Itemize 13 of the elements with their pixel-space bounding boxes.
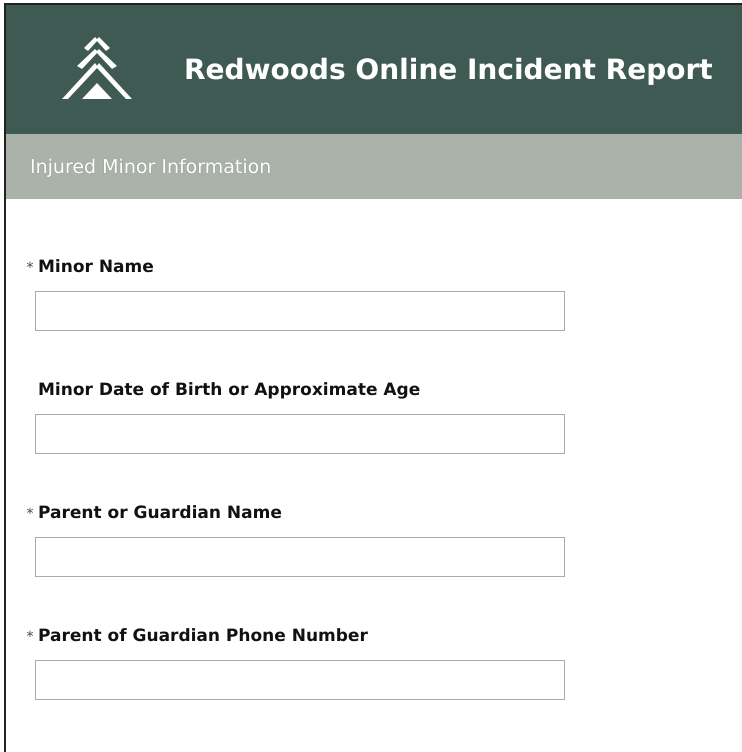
field-label: Parent of Guardian Phone Number — [38, 626, 368, 646]
required-mark: * — [26, 629, 34, 645]
input-field[interactable] — [35, 414, 565, 454]
page-title: Redwoods Online Incident Report — [184, 53, 713, 86]
field-label: Minor Date of Birth or Approximate Age — [38, 380, 420, 400]
required-mark: * — [26, 506, 34, 522]
input-field[interactable] — [35, 291, 565, 331]
section-title: Injured Minor Information — [30, 156, 272, 178]
input-field[interactable] — [35, 537, 565, 577]
field-label: Parent or Guardian Name — [38, 503, 282, 523]
field-label: Minor Name — [38, 257, 154, 277]
input-field[interactable] — [35, 660, 565, 700]
required-mark: * — [26, 260, 34, 276]
